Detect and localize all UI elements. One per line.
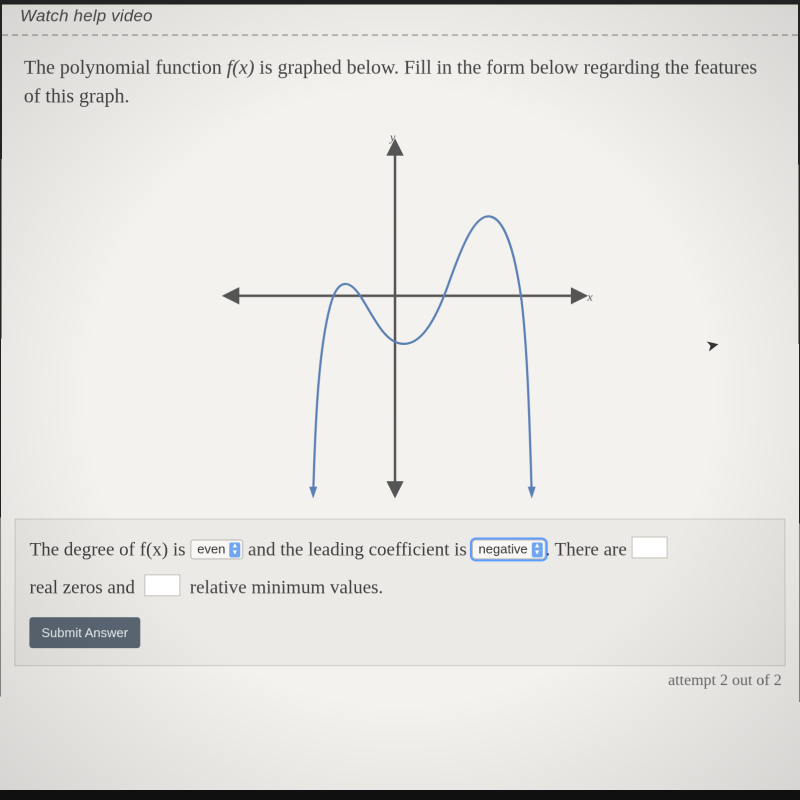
attempt-counter: attempt 2 out of 2: [0, 666, 799, 690]
real-zeros-input[interactable]: [632, 536, 668, 558]
answer-card: The degree of f(x) is even ▲▼ and the le…: [14, 519, 785, 667]
x-axis-label: x: [586, 290, 593, 304]
y-axis-label: y: [389, 130, 396, 144]
curve-left-arrow-icon: [309, 487, 317, 499]
leading-coef-select[interactable]: negative ▲▼: [472, 539, 546, 559]
watch-help-link[interactable]: Watch help video: [20, 6, 153, 25]
answer-text-4: real zeros and: [29, 577, 134, 598]
cursor-icon: ➤: [704, 334, 721, 356]
polynomial-curve: [313, 216, 532, 494]
answer-text-1: The degree of f(x) is: [30, 539, 191, 560]
leading-coef-value: negative: [479, 536, 528, 562]
answer-text-2: and the leading coefficient is: [248, 539, 467, 560]
stepper-icon: ▲▼: [532, 542, 543, 557]
degree-select-value: even: [197, 536, 225, 562]
curve-right-arrow-icon: [528, 487, 536, 499]
relative-min-input[interactable]: [144, 574, 180, 596]
answer-text-3: . There are: [546, 539, 632, 560]
polynomial-graph: x y: [190, 127, 609, 504]
answer-text-5: relative minimum values.: [190, 577, 383, 598]
stepper-icon: ▲▼: [229, 542, 240, 557]
prompt-fn: f(x): [227, 57, 255, 79]
question-prompt: The polynomial function f(x) is graphed …: [2, 36, 798, 117]
prompt-pre: The polynomial function: [24, 57, 227, 79]
submit-answer-button[interactable]: Submit Answer: [29, 617, 140, 648]
degree-select[interactable]: even ▲▼: [190, 539, 243, 559]
